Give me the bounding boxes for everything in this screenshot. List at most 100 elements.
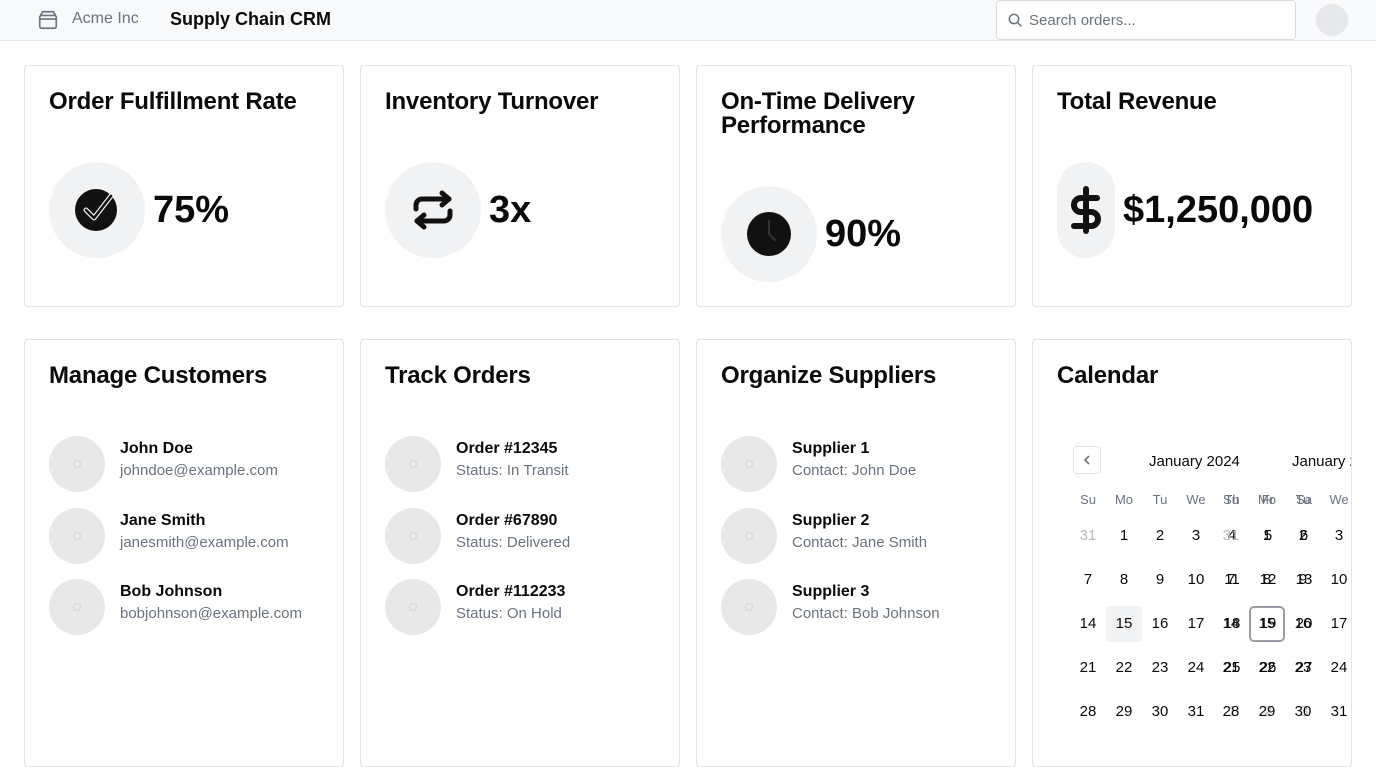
avatar	[721, 436, 777, 492]
calendar-day[interactable]: 28	[1213, 694, 1249, 730]
calendar-weekday: We	[1186, 492, 1206, 507]
calendar-day[interactable]: 3	[1321, 518, 1351, 554]
calendar-day[interactable]: 1	[1106, 518, 1142, 554]
stat-value: $1,250,000	[1123, 189, 1314, 231]
calendar-day[interactable]: 31	[1178, 694, 1214, 730]
order-status: Status: On Hold	[456, 605, 562, 622]
card-title: Order Fulfillment Rate	[49, 88, 297, 115]
calendar-day[interactable]: 16	[1142, 606, 1178, 642]
calendar-day[interactable]: 28	[1070, 694, 1106, 730]
calendar-day[interactable]: 29	[1249, 694, 1285, 730]
list-item[interactable]: Supplier 2 Contact: Jane Smith	[721, 508, 1011, 566]
customer-name: Bob Johnson	[120, 583, 223, 600]
calendar-day[interactable]: 30	[1142, 694, 1178, 730]
calendar-day[interactable]: 31	[1070, 518, 1106, 554]
card-title: Inventory Turnover	[385, 88, 599, 115]
customer-email: bobjohnson@example.com	[120, 605, 302, 622]
avatar	[49, 436, 105, 492]
card-title: Track Orders	[385, 362, 531, 389]
list-item[interactable]: Supplier 1 Contact: John Doe	[721, 436, 1011, 494]
supplier-name: Supplier 1	[792, 440, 870, 457]
card-title: On-Time Delivery Performance	[721, 88, 915, 139]
brand-name: Acme Inc	[72, 10, 139, 27]
suppliers-card: Organize Suppliers Supplier 1 Contact: J…	[696, 339, 1016, 767]
calendar-day[interactable]: 14	[1213, 606, 1249, 642]
calendar-day[interactable]: 23	[1285, 650, 1321, 686]
calendar-card: Calendar January 2024 January 202 Su Mo Tu…	[1032, 339, 1352, 767]
calendar-day[interactable]: 30	[1285, 694, 1321, 730]
brand[interactable]: Acme Inc	[37, 8, 139, 32]
calendar-day[interactable]: 23	[1142, 650, 1178, 686]
order-status: Status: Delivered	[456, 534, 571, 551]
calendar-day[interactable]: 7	[1070, 562, 1106, 598]
package-icon	[38, 10, 58, 30]
list-item[interactable]: Supplier 3 Contact: Bob Johnson	[721, 579, 1011, 637]
card-title: Organize Suppliers	[721, 362, 937, 389]
calendar-day[interactable]: 22	[1249, 650, 1285, 686]
calendar-day[interactable]: 31	[1321, 694, 1351, 730]
list-item[interactable]: Order #12345 Status: In Transit	[385, 436, 675, 494]
calendar-day[interactable]: 22	[1106, 650, 1142, 686]
search-input[interactable]	[1029, 1, 1289, 39]
stat-icon-wrap	[385, 162, 481, 258]
list-item[interactable]: Jane Smith janesmith@example.com	[49, 508, 339, 566]
calendar-weekday: Tu	[1152, 492, 1168, 507]
calendar-day[interactable]: 3	[1178, 518, 1214, 554]
stat-icon-wrap	[49, 162, 145, 258]
calendar-day[interactable]: 17	[1321, 606, 1351, 642]
calendar-day[interactable]: 2	[1142, 518, 1178, 554]
calendar-day[interactable]: 24	[1321, 650, 1351, 686]
calendar-day[interactable]: 21	[1070, 650, 1106, 686]
search-icon	[1008, 13, 1022, 27]
calendar-day[interactable]: 1	[1249, 518, 1285, 554]
card-title: Calendar	[1057, 362, 1159, 389]
calendar-day[interactable]: 2	[1285, 518, 1321, 554]
calendar-day[interactable]: 31	[1213, 518, 1249, 554]
search-box	[996, 0, 1296, 40]
top-bar: Acme Inc Supply Chain CRM	[0, 0, 1376, 41]
avatar	[385, 508, 441, 564]
calendar-day-selected[interactable]: 15	[1106, 606, 1142, 642]
avatar	[721, 508, 777, 564]
calendar-day[interactable]: 14	[1070, 606, 1106, 642]
stat-value: 90%	[825, 213, 902, 255]
order-id: Order #67890	[456, 512, 558, 529]
user-avatar[interactable]	[1316, 4, 1348, 36]
calendar-day[interactable]: 17	[1178, 606, 1214, 642]
stat-icon-wrap	[1057, 162, 1115, 258]
repeat-icon	[413, 190, 453, 230]
calendar-day[interactable]: 9	[1285, 562, 1321, 598]
list-item[interactable]: Bob Johnson bobjohnson@example.com	[49, 579, 339, 637]
calendar-2-weekday: We	[1329, 492, 1349, 507]
calendar-day[interactable]: 7	[1213, 562, 1249, 598]
calendar-month-label-2: January 202	[1292, 453, 1351, 470]
customer-email: johndoe@example.com	[120, 462, 278, 479]
calendar-day[interactable]: 8	[1249, 562, 1285, 598]
calendar-prev-button[interactable]	[1073, 446, 1101, 474]
card-title: Total Revenue	[1057, 88, 1217, 115]
list-item[interactable]: John Doe johndoe@example.com	[49, 436, 339, 494]
calendar-2-weekday: Su	[1223, 492, 1239, 507]
stat-value: 3x	[489, 189, 532, 231]
supplier-name: Supplier 2	[792, 512, 870, 529]
supplier-contact: Contact: Jane Smith	[792, 534, 928, 551]
order-id: Order #112233	[456, 583, 566, 600]
order-id: Order #12345	[456, 440, 558, 457]
calendar-day[interactable]: 16	[1285, 606, 1321, 642]
supplier-contact: Contact: Bob Johnson	[792, 605, 940, 622]
list-item[interactable]: Order #112233 Status: On Hold	[385, 579, 675, 637]
customer-name: John Doe	[120, 440, 193, 457]
calendar-day[interactable]: 8	[1106, 562, 1142, 598]
calendar-day[interactable]: 9	[1142, 562, 1178, 598]
calendar-day[interactable]: 29	[1106, 694, 1142, 730]
calendar-day[interactable]: 24	[1178, 650, 1214, 686]
list-item[interactable]: Order #67890 Status: Delivered	[385, 508, 675, 566]
stat-card-delivery: On-Time Delivery Performance 90%	[696, 65, 1016, 307]
calendar-day-today[interactable]: 15	[1249, 606, 1285, 642]
calendar-day[interactable]: 21	[1213, 650, 1249, 686]
customer-email: janesmith@example.com	[120, 534, 289, 551]
calendar-day[interactable]: 10	[1321, 562, 1351, 598]
calendar-day[interactable]: 10	[1178, 562, 1214, 598]
app-title: Supply Chain CRM	[170, 9, 331, 29]
avatar	[49, 579, 105, 635]
